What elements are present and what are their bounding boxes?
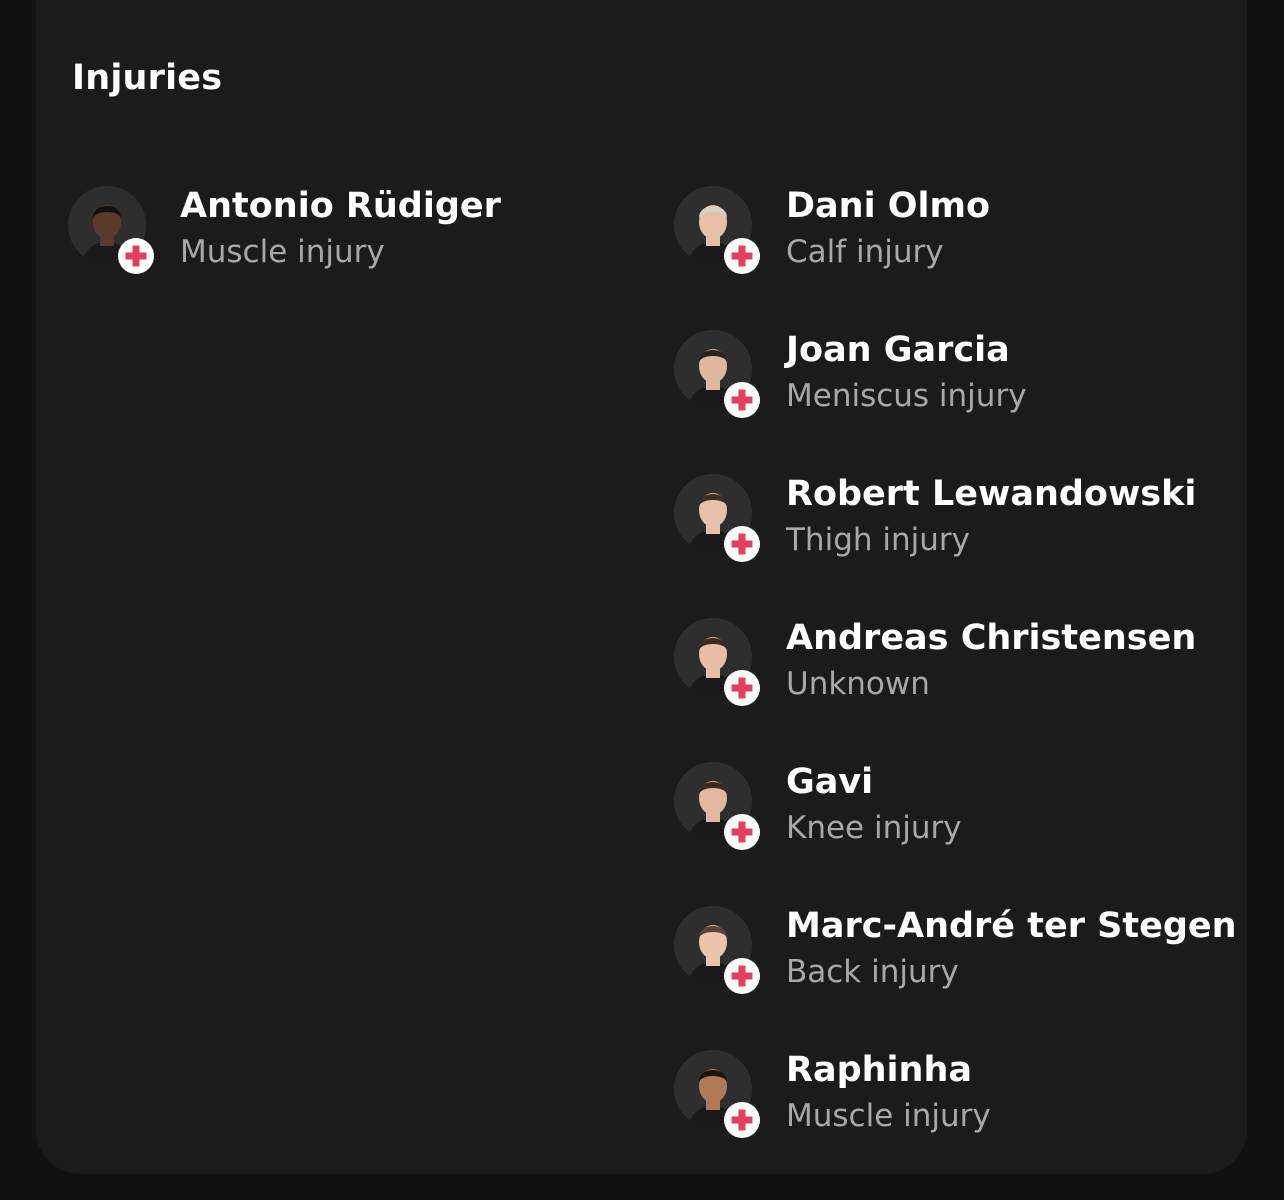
player-avatar-wrap — [674, 474, 760, 562]
injury-type: Muscle injury — [786, 1098, 991, 1134]
player-row-gavi[interactable]: Gavi Knee injury — [674, 762, 1214, 906]
injury-cross-icon — [724, 1102, 760, 1138]
player-avatar-wrap — [674, 330, 760, 418]
player-name: Andreas Christensen — [786, 618, 1197, 658]
player-row-dani-olmo[interactable]: Dani Olmo Calf injury — [674, 186, 1214, 330]
player-row-marc-andre-ter-stegen[interactable]: Marc-André ter Stegen Back injury — [674, 906, 1237, 1050]
injury-type: Meniscus injury — [786, 378, 1027, 414]
injuries-card: Injuries Antonio Rüdiger Muscle injury Da… — [36, 0, 1247, 1174]
injury-type: Calf injury — [786, 234, 944, 270]
injury-cross-icon — [724, 238, 760, 274]
player-row-antonio-rudiger[interactable]: Antonio Rüdiger Muscle injury — [68, 186, 608, 330]
injury-cross-icon — [118, 238, 154, 274]
injury-type: Muscle injury — [180, 234, 385, 270]
player-avatar-wrap — [674, 906, 760, 994]
player-avatar-wrap — [674, 762, 760, 850]
player-row-andreas-christensen[interactable]: Andreas Christensen Unknown — [674, 618, 1214, 762]
injury-type: Knee injury — [786, 810, 962, 846]
player-avatar-wrap — [674, 618, 760, 706]
player-row-joan-garcia[interactable]: Joan Garcia Meniscus injury — [674, 330, 1214, 474]
injury-type: Thigh injury — [786, 522, 970, 558]
player-avatar-wrap — [674, 186, 760, 274]
injury-type: Unknown — [786, 666, 930, 702]
home-injuries-list: Antonio Rüdiger Muscle injury — [68, 186, 608, 330]
player-name: Marc-André ter Stegen — [786, 906, 1237, 946]
player-name: Dani Olmo — [786, 186, 991, 226]
player-row-raphinha[interactable]: Raphinha Muscle injury — [674, 1050, 1214, 1194]
player-row-robert-lewandowski[interactable]: Robert Lewandowski Thigh injury — [674, 474, 1214, 618]
player-name: Antonio Rüdiger — [180, 186, 501, 226]
player-name: Raphinha — [786, 1050, 972, 1090]
player-name: Robert Lewandowski — [786, 474, 1197, 514]
player-avatar-wrap — [68, 186, 154, 274]
player-name: Joan Garcia — [786, 330, 1010, 370]
injury-cross-icon — [724, 670, 760, 706]
injury-cross-icon — [724, 958, 760, 994]
player-avatar-wrap — [674, 1050, 760, 1138]
injury-cross-icon — [724, 382, 760, 418]
injury-type: Back injury — [786, 954, 959, 990]
section-title: Injuries — [72, 58, 223, 98]
injury-cross-icon — [724, 526, 760, 562]
injury-cross-icon — [724, 814, 760, 850]
away-injuries-list: Dani Olmo Calf injury Joan Garcia Meniscus … — [674, 186, 1237, 1194]
player-name: Gavi — [786, 762, 874, 802]
